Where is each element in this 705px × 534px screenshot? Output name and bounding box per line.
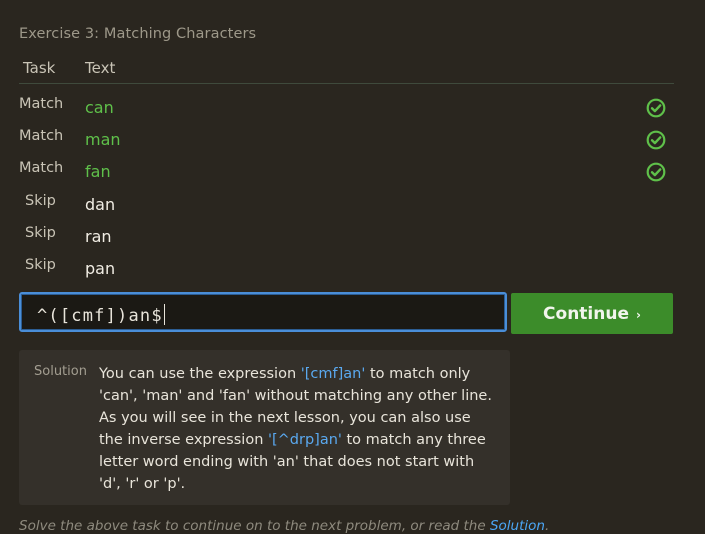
table-row: Skip pan: [0, 257, 705, 287]
table-row: Match fan: [0, 160, 705, 190]
check-circle-icon: [646, 162, 666, 182]
row-text: can: [85, 98, 114, 117]
solution-text: You can use the expression '[cmf]an' to …: [99, 366, 492, 492]
solution-link[interactable]: Solution: [490, 518, 545, 534]
column-header-text: Text: [85, 59, 116, 77]
task-label: Skip: [25, 257, 56, 273]
column-header-task: Task: [23, 59, 56, 77]
task-label: Match: [19, 128, 64, 144]
header-divider: [19, 83, 674, 84]
check-circle-icon: [646, 98, 666, 118]
solution-code-1: '[cmf]an': [300, 366, 366, 382]
text-caret: [163, 304, 165, 325]
row-text: ran: [85, 227, 112, 246]
chevron-right-icon: ›: [636, 307, 641, 322]
solution-code-2: '[^drp]an': [268, 432, 342, 448]
task-label: Match: [19, 96, 64, 112]
exercise-panel: Exercise 3: Matching Characters Task Tex…: [0, 0, 705, 534]
task-label: Skip: [25, 225, 56, 241]
footer-hint: Solve the above task to continue on to t…: [19, 518, 550, 534]
row-text: dan: [85, 195, 116, 214]
table-row: Skip ran: [0, 225, 705, 255]
row-text: man: [85, 130, 121, 149]
task-label: Skip: [25, 193, 56, 209]
solution-label: Solution: [34, 364, 87, 379]
row-text: pan: [85, 259, 116, 278]
regex-input[interactable]: ^([cmf])an$: [19, 292, 507, 332]
row-text: fan: [85, 162, 111, 181]
exercise-title: Exercise 3: Matching Characters: [19, 26, 257, 42]
continue-button-label: Continue: [543, 303, 629, 324]
table-row: Match can: [0, 96, 705, 126]
continue-button[interactable]: Continue ›: [511, 293, 673, 334]
regex-input-value: ^([cmf])an$: [37, 304, 165, 326]
table-row: Skip dan: [0, 193, 705, 223]
solution-box: Solution You can use the expression '[cm…: [19, 350, 510, 505]
check-circle-icon: [646, 130, 666, 150]
task-label: Match: [19, 160, 64, 176]
table-row: Match man: [0, 128, 705, 158]
